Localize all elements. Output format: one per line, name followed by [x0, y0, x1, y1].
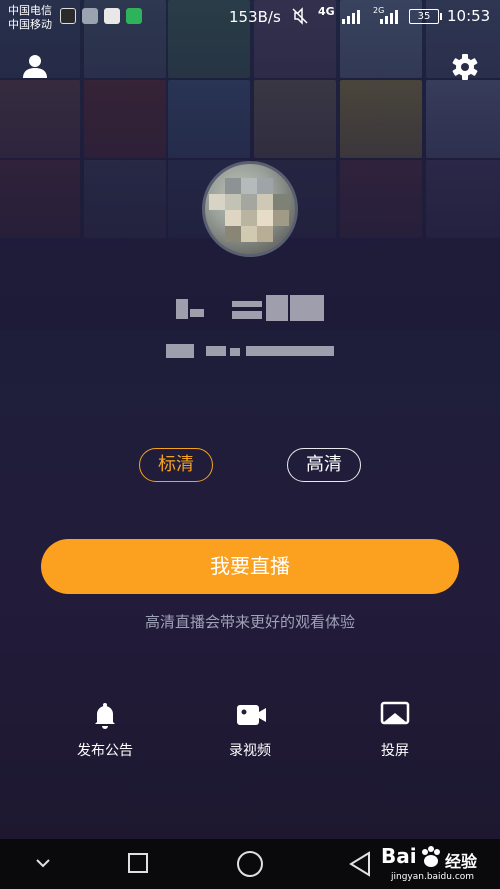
quality-hd-button[interactable]: 高清 [287, 448, 361, 482]
carrier-1: 中国电信 [8, 4, 52, 17]
home-icon[interactable] [237, 851, 263, 877]
qq-icon [60, 8, 76, 24]
bell-icon [90, 700, 120, 730]
carrier-labels: 中国电信 中国移动 [8, 4, 52, 32]
quality-hint: 高清直播会带来更好的观看体验 [144, 613, 355, 631]
signal-bars-2-icon [380, 8, 398, 24]
settings-gear-icon[interactable] [451, 53, 479, 81]
video-camera-icon [235, 700, 266, 730]
action-label: 投屏 [381, 743, 409, 759]
watermark-brand: Bai [381, 844, 417, 868]
notification-icons [60, 8, 142, 24]
post-announcement-action[interactable]: 发布公告 [55, 700, 155, 760]
username-mosaic [176, 295, 326, 323]
screen-cast-action[interactable]: 投屏 [345, 700, 445, 760]
status-bar: 中国电信 中国移动 153B/s 4G 2G 35 10:53 [0, 0, 500, 34]
watermark-brand-suffix: 经验 [445, 852, 478, 871]
user-id-mosaic [166, 342, 334, 360]
watermark-url: jingyan.baidu.com [391, 872, 475, 882]
go-live-button[interactable]: 我要直播 [41, 539, 459, 594]
carrier-2: 中国移动 [8, 18, 52, 31]
net-speed: 153B/s [229, 8, 281, 26]
screen-cast-icon [380, 700, 410, 730]
battery-indicator: 35 [409, 9, 442, 24]
hide-keyboard-chevron-icon[interactable] [33, 853, 53, 873]
paw-icon [422, 846, 440, 867]
network-type-1: 4G [318, 5, 335, 18]
clock: 10:53 [447, 7, 491, 25]
app-store-icon [104, 8, 120, 24]
wechat-icon [126, 8, 142, 24]
action-label: 发布公告 [77, 743, 133, 759]
recent-apps-icon[interactable] [128, 853, 148, 873]
mute-icon [292, 7, 308, 29]
action-label: 录视频 [229, 743, 271, 759]
baidu-watermark: Bai 经验 jingyan.baidu.com [381, 844, 499, 886]
quality-standard-button[interactable]: 标清 [139, 448, 213, 482]
signal-bars-1-icon [342, 8, 360, 24]
avatar[interactable] [202, 161, 298, 257]
user-profile-icon[interactable] [22, 53, 48, 79]
record-video-action[interactable]: 录视频 [200, 700, 300, 760]
back-icon[interactable] [348, 851, 372, 877]
gallery-icon [82, 8, 98, 24]
